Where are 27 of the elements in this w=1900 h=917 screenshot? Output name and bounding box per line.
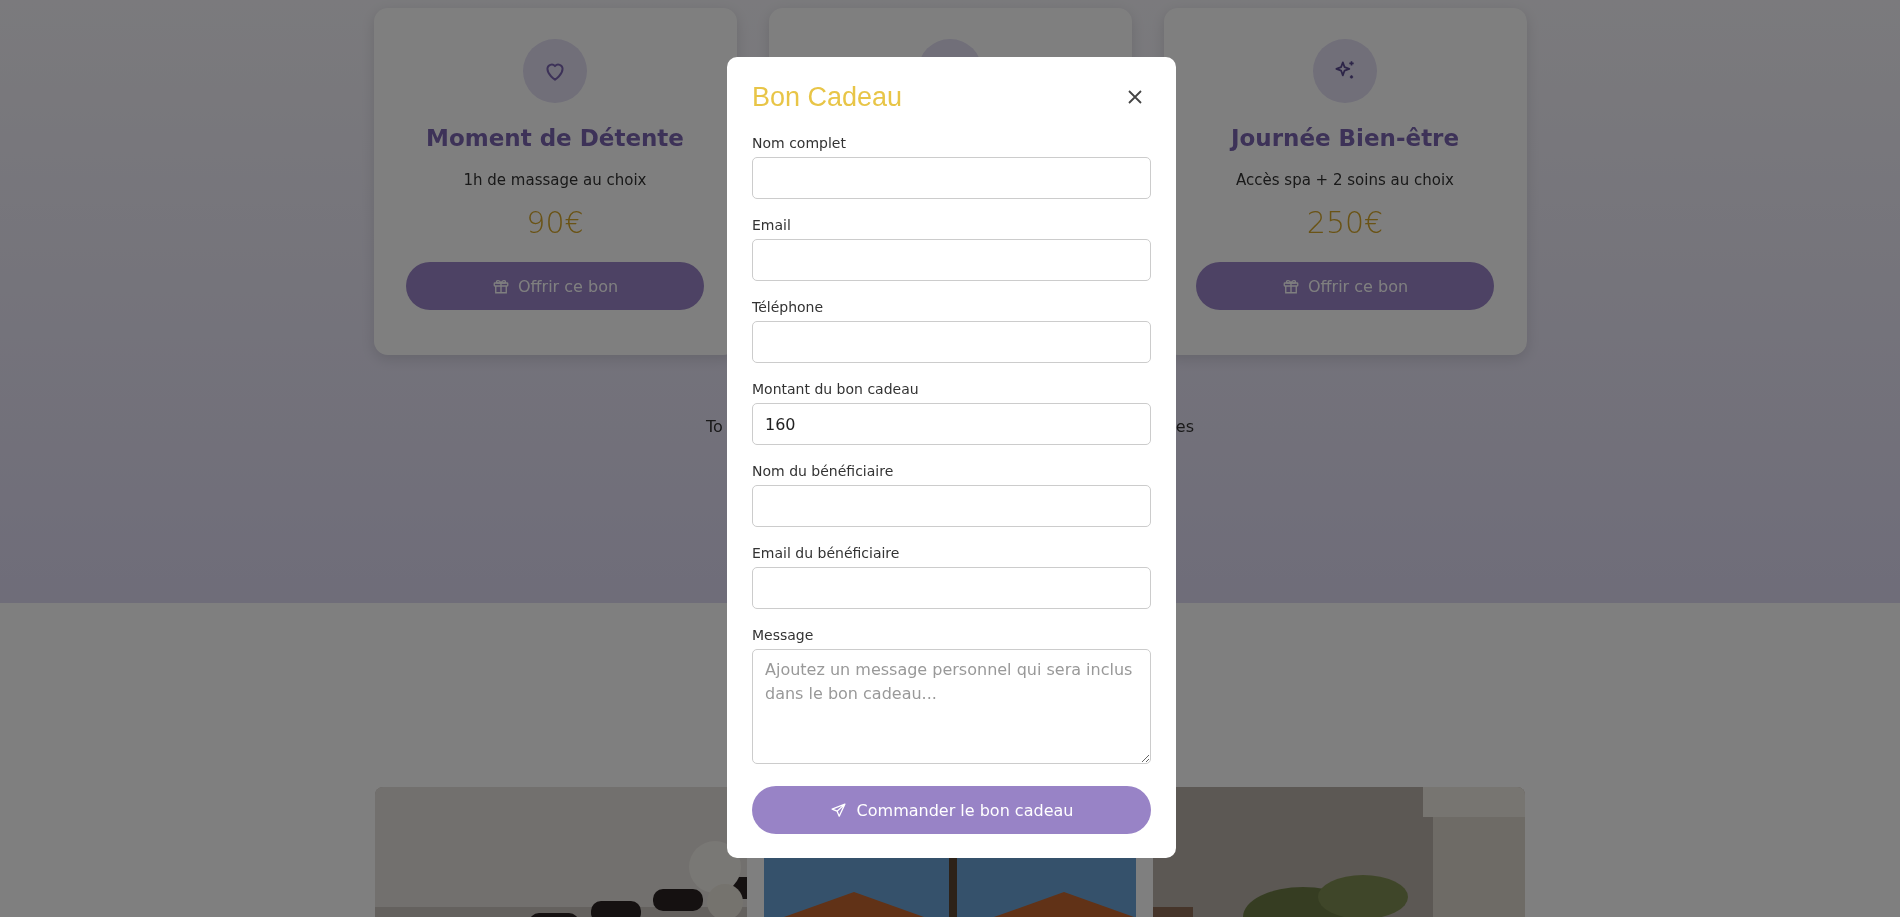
card-title: Moment de Détente — [426, 125, 684, 151]
field-label: Message — [752, 627, 815, 643]
card-price: 250€ — [1306, 205, 1384, 240]
card-description: 1h de massage au choix — [463, 171, 647, 189]
note-text: es — [1175, 417, 1194, 436]
input-field[interactable] — [752, 485, 1151, 527]
field-label: Téléphone — [752, 299, 825, 315]
card-title: Journée Bien-être — [1230, 125, 1460, 151]
card-price: 90€ — [526, 205, 584, 240]
field-label: Nom du bénéficiaire — [752, 463, 895, 479]
gift-icon — [491, 277, 510, 295]
card-description: Accès spa + 2 soins au choix — [1236, 171, 1454, 189]
send-icon — [829, 801, 847, 819]
input-field[interactable] — [752, 239, 1151, 281]
dialog-title: Bon Cadeau — [752, 81, 903, 113]
note-text: To — [706, 417, 723, 436]
field-label: Montant du bon cadeau — [752, 381, 920, 397]
submit-button[interactable]: Commander le bon cadeau — [752, 786, 1151, 834]
input-field[interactable] — [752, 321, 1151, 363]
field-label: Email du bénéficiaire — [752, 545, 901, 561]
gift-icon — [1281, 277, 1300, 295]
field-label: Nom complet — [752, 135, 847, 151]
message-field[interactable]: Ajoutez un message personnel qui sera inclus dans le bon cadeau... — [752, 649, 1151, 764]
input-field[interactable]: 160 — [752, 403, 1151, 445]
input-field[interactable] — [752, 567, 1151, 609]
field-label: Email — [752, 217, 792, 233]
input-field[interactable] — [752, 157, 1151, 199]
